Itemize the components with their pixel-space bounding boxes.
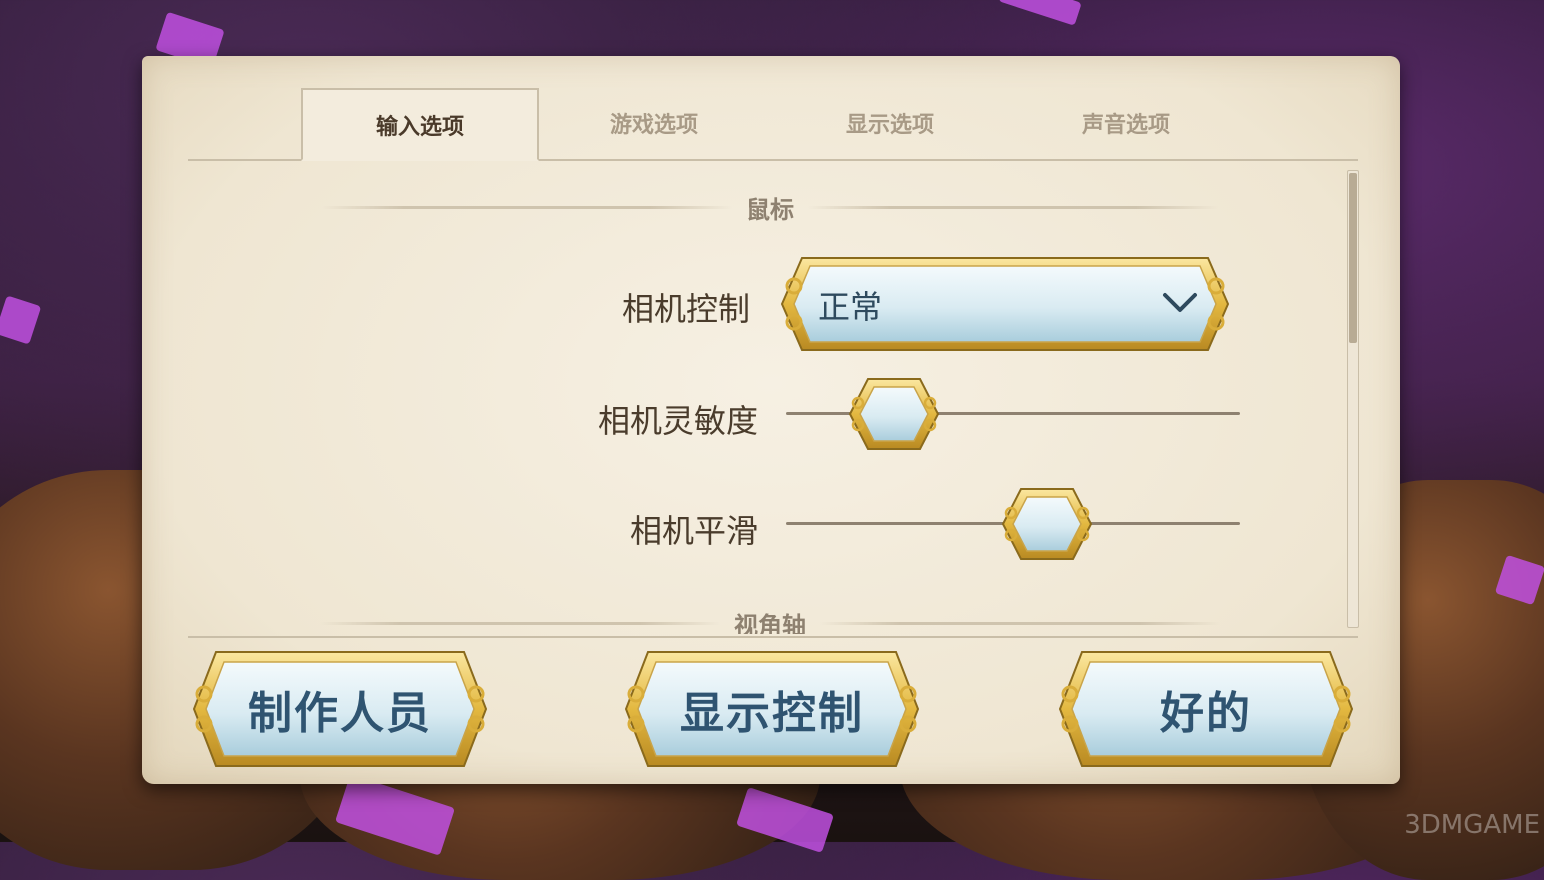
bottom-divider [188, 636, 1358, 638]
tab-label: 显示选项 [845, 113, 934, 138]
section-header-view-axis: 视角轴 [320, 608, 1220, 634]
slider-knob-frame [1002, 488, 1093, 560]
tab-bar: 输入选项 游戏选项 显示选项 声音选项 [188, 88, 1358, 161]
tab-label: 声音选项 [1081, 113, 1170, 138]
button-label: 制作人员 [248, 688, 432, 739]
tab-label: 输入选项 [375, 114, 464, 140]
slider-knob-frame [848, 378, 940, 450]
scrollbar[interactable] [1347, 170, 1359, 628]
tab-game-options[interactable]: 游戏选项 [537, 88, 771, 158]
tab-input-options[interactable]: 输入选项 [301, 88, 539, 161]
divider-line [820, 621, 1220, 625]
camera-smoothing-handle[interactable] [1001, 487, 1093, 561]
dropdown-selected-value: 正常 [818, 288, 883, 326]
ok-button[interactable]: 好的 [1058, 650, 1354, 768]
divider-line [320, 621, 720, 625]
background-crystal [0, 295, 42, 345]
camera-sensitivity-handle[interactable] [848, 377, 940, 451]
camera-control-label: 相机控制 [621, 290, 750, 328]
button-label: 好的 [1160, 688, 1252, 739]
camera-sensitivity-label: 相机灵敏度 [597, 402, 758, 440]
section-title: 视角轴 [734, 611, 806, 635]
background-crystal [998, 0, 1082, 26]
scrollbar-thumb[interactable] [1349, 173, 1357, 343]
credits-button[interactable]: 制作人员 [192, 650, 488, 768]
divider-line [808, 205, 1218, 209]
tab-label: 游戏选项 [609, 113, 698, 138]
camera-control-dropdown[interactable]: 正常 [780, 256, 1230, 352]
section-header-mouse: 鼠标 [320, 192, 1220, 224]
section-title: 鼠标 [746, 195, 794, 224]
watermark: 3DMGAME [1404, 810, 1540, 840]
camera-smoothing-label: 相机平滑 [629, 512, 758, 550]
chevron-down-icon [1163, 293, 1197, 312]
tab-sound-options[interactable]: 声音选项 [1009, 88, 1243, 158]
button-label: 显示控制 [680, 688, 864, 739]
section-clip: 视角轴 [188, 596, 1338, 634]
divider-line [322, 205, 732, 209]
tab-display-options[interactable]: 显示选项 [773, 88, 1007, 158]
display-controls-button[interactable]: 显示控制 [624, 650, 920, 768]
